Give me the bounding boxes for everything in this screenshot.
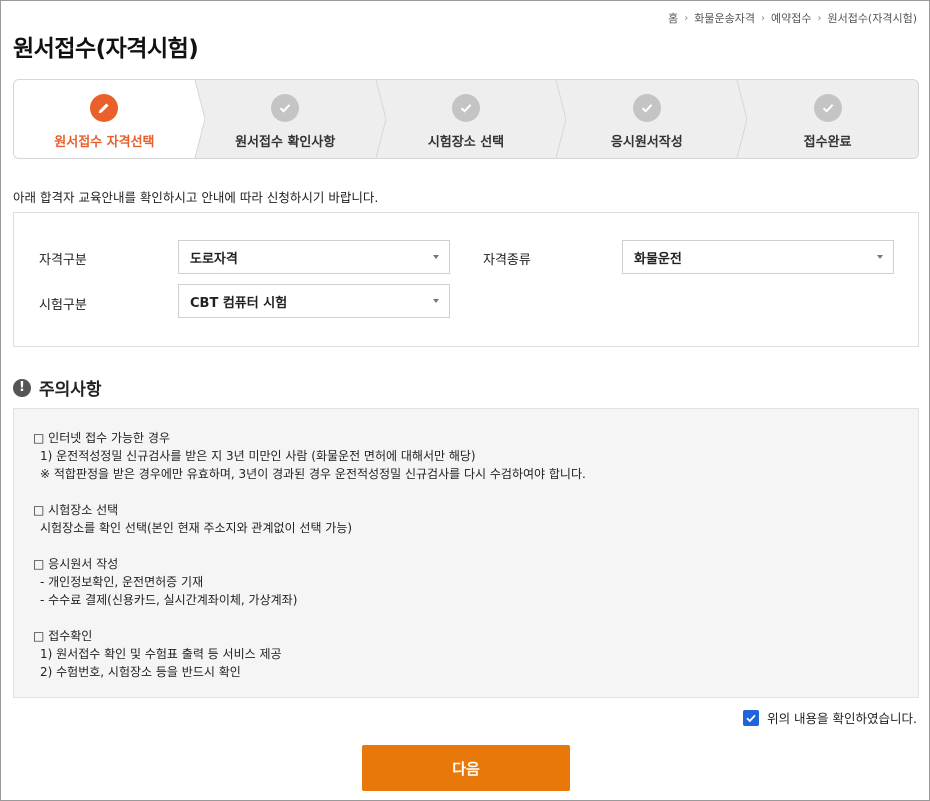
caret-down-icon [433, 299, 439, 303]
page-frame: 홈 › 화물운송자격 › 예약접수 › 원서접수(자격시험) 원서접수(자격시험… [0, 0, 930, 801]
notice-header: ! 주의사항 [13, 375, 102, 400]
notice-line: ※ 적합판정을 받은 경우에만 유효하며, 3년이 경과된 경우 운전적성정밀 … [40, 467, 586, 481]
notice-line: - 수수료 결제(신용카드, 실시간계좌이체, 가상계좌) [40, 593, 298, 607]
notice-line: 시험장소를 확인 선택(본인 현재 주소지와 관계없이 선택 가능) [40, 521, 353, 535]
intro-text: 아래 합격자 교육안내를 확인하시고 안내에 따라 신청하시기 바랍니다. [13, 190, 379, 205]
check-icon [451, 94, 480, 122]
breadcrumb: 홈 › 화물운송자격 › 예약접수 › 원서접수(자격시험) [668, 10, 917, 26]
next-button[interactable]: 다음 [362, 745, 570, 791]
step-divider [365, 80, 386, 158]
qualification-kind-label: 자격종류 [483, 253, 531, 268]
notice-line: 1) 운전적성정밀 신규검사를 받은 지 3년 미만인 사람 (화물운전 면허에… [40, 449, 476, 463]
qualification-form: 자격구분 도로자격 자격종류 화물운전 시험구분 CBT 컴퓨터 시험 [13, 212, 919, 347]
step-divider [546, 80, 567, 158]
exam-type-label: 시험구분 [39, 298, 87, 313]
notice-section: □ 접수확인 1) 원서접수 확인 및 수험표 출력 등 서비스 제공 2) 수… [33, 627, 918, 681]
check-icon [813, 94, 842, 122]
step-label: 접수완료 [803, 135, 852, 150]
breadcrumb-reservation[interactable]: 예약접수 [771, 10, 811, 26]
caret-down-icon [433, 255, 439, 259]
breadcrumb-current: 원서접수(자격시험) [827, 12, 917, 25]
step-exam-location[interactable]: 시험장소 선택 [376, 80, 567, 158]
page-title: 원서접수(자격시험) [13, 36, 199, 62]
step-label: 시험장소 선택 [427, 135, 505, 150]
step-label: 원서접수 확인사항 [235, 135, 336, 150]
pencil-icon [90, 94, 119, 122]
step-complete[interactable]: 접수완료 [737, 80, 918, 158]
chevron-right-icon: › [684, 12, 689, 24]
notice-section: □ 인터넷 접수 가능한 경우 1) 운전적성정밀 신규검사를 받은 지 3년 … [33, 429, 918, 483]
notice-title: 주의사항 [39, 380, 102, 400]
agree-row: 위의 내용을 확인하였습니다. [743, 708, 917, 727]
step-label: 응시원서작성 [610, 135, 683, 150]
step-divider [727, 80, 748, 158]
agree-checkbox[interactable] [743, 709, 760, 726]
exclamation-icon: ! [13, 378, 31, 397]
chevron-right-icon: › [760, 12, 765, 24]
caret-down-icon [877, 255, 883, 259]
breadcrumb-home[interactable]: 홈 [668, 10, 678, 26]
notice-heading: □ 접수확인 [33, 629, 93, 643]
step-divider [184, 80, 205, 158]
notice-heading: □ 인터넷 접수 가능한 경우 [33, 431, 170, 445]
agree-label[interactable]: 위의 내용을 확인하였습니다. [767, 708, 917, 727]
step-progress: 원서접수 자격선택 원서접수 확인사항 시험장소 선택 응시원서작성 접수완료 [13, 79, 919, 159]
qualification-type-label: 자격구분 [39, 253, 87, 268]
notice-heading: □ 시험장소 선택 [33, 503, 119, 517]
exam-type-select[interactable]: CBT 컴퓨터 시험 [178, 284, 450, 318]
notice-line: - 개인정보확인, 운전면허증 기재 [40, 575, 204, 589]
check-icon [632, 94, 661, 122]
step-qualification-select[interactable]: 원서접수 자격선택 [14, 80, 205, 158]
breadcrumb-freight[interactable]: 화물운송자격 [694, 10, 755, 26]
notice-section: □ 응시원서 작성 - 개인정보확인, 운전면허증 기재 - 수수료 결제(신용… [33, 555, 918, 609]
qualification-kind-value: 화물운전 [634, 251, 682, 267]
qualification-type-value: 도로자격 [190, 251, 238, 267]
exam-type-value: CBT 컴퓨터 시험 [190, 295, 288, 311]
notice-box: □ 인터넷 접수 가능한 경우 1) 운전적성정밀 신규검사를 받은 지 3년 … [13, 408, 919, 698]
step-confirmation[interactable]: 원서접수 확인사항 [195, 80, 386, 158]
notice-heading: □ 응시원서 작성 [33, 557, 119, 571]
check-icon [746, 714, 756, 722]
step-application-form[interactable]: 응시원서작성 [556, 80, 748, 158]
notice-line: 1) 원서접수 확인 및 수험표 출력 등 서비스 제공 [40, 647, 282, 661]
qualification-kind-select[interactable]: 화물운전 [622, 240, 894, 274]
notice-section: □ 시험장소 선택 시험장소를 확인 선택(본인 현재 주소지와 관계없이 선택… [33, 501, 918, 537]
step-label: 원서접수 자격선택 [54, 135, 155, 150]
notice-line: 2) 수험번호, 시험장소 등을 반드시 확인 [40, 665, 241, 679]
check-icon [271, 94, 300, 122]
chevron-right-icon: › [817, 12, 822, 24]
qualification-type-select[interactable]: 도로자격 [178, 240, 450, 274]
